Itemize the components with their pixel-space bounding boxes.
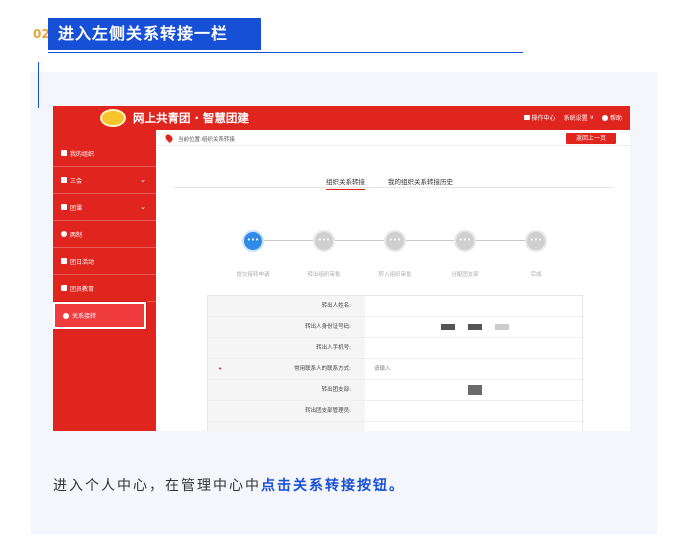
form-label: 转出人手机号: [208,338,365,358]
redacted-block [468,324,482,330]
transfer-icon [63,312,69,319]
main-content: 当前位置:组织关系转接 返回上一页 组织关系转接 我的组织关系转接历史 ••• … [156,130,630,431]
redacted-block [495,324,509,330]
tab-bar: 组织关系转接 我的组织关系转接历史 [174,174,612,190]
system-settings-menu[interactable]: 系统设置 ∨ [564,113,594,122]
instruction-highlight: 点击关系转接按钮。 [261,478,405,494]
app-screenshot: 网上共青团 · 智慧团建 操作中心 系统设置 ∨ 帮助 我的组织 三会 ⌄ 团课 ⌄ … [53,106,630,431]
form-row: 转出人身份证号码: [208,317,584,338]
location-bar: 当前位置:组织关系转接 返回上一页 [156,130,630,146]
location-pin-icon [164,133,174,143]
step-5-icon: ••• [525,230,547,252]
form-row: 转出人手机号: [208,338,584,359]
step-1-label: 提交接转申请 [236,272,270,278]
form-row [208,422,584,431]
mail-icon [523,115,530,120]
sidebar: 我的组织 三会 ⌄ 团课 ⌄ 两制 团日活动 团员教育 关系接转 [53,130,156,431]
sidebar-item-my-org[interactable]: 我的组织 [53,140,156,167]
sidebar-item-relation-transfer[interactable]: 关系接转 [53,302,146,329]
step-4-icon: ••• [454,230,476,252]
step-2-icon: ••• [313,230,335,252]
back-button[interactable]: 返回上一页 [566,133,616,144]
help-link[interactable]: 帮助 [601,113,622,122]
league-logo-icon [100,109,126,127]
left-divider [38,62,39,108]
instruction-text: 进入个人中心，在管理中心中点击关系转接按钮。 [53,478,405,494]
title-underline [48,52,523,53]
sidebar-item-education[interactable]: 团员教育 [53,275,156,302]
breadcrumb: 当前位置:组织关系转接 [178,137,235,143]
chevron-down-icon: ⌄ [140,203,146,211]
chevron-down-icon: ∨ [589,114,594,121]
brand-title: 网上共青团 · 智慧团建 [133,111,249,125]
help-icon [601,114,608,121]
redacted-block [441,324,455,330]
required-marker: • [218,365,223,373]
form-row: 转出团支部管理员: [208,401,584,422]
sidebar-item-activities[interactable]: 团日活动 [53,248,156,275]
sidebar-item-two-systems[interactable]: 两制 [53,221,156,248]
sidebar-item-meetings[interactable]: 三会 ⌄ [53,167,156,194]
step-3-label: 转入组织审批 [378,272,412,278]
form-label: 转出人姓名: [208,296,365,316]
folder-icon [61,204,67,210]
form-label: 转出团支部管理员: [208,401,365,421]
form-label: 转出团支部: [208,380,365,400]
form-label: 常用联系人的联系方式: [208,359,365,379]
chevron-down-icon: ⌄ [140,176,146,184]
transfer-form: 转出人姓名: 转出人身份证号码: 转出人手机号: 常用联系人的联系方式: • 请… [207,295,584,431]
top-bar: 网上共青团 · 智慧团建 操作中心 系统设置 ∨ 帮助 [53,106,630,130]
step-4-label: 分配团支部 [451,272,479,278]
people-icon [61,150,67,156]
form-row: 转出团支部: [208,380,584,401]
operations-center-link[interactable]: 操作中心 [523,113,556,122]
form-label: 转出人身份证号码: [208,317,365,337]
step-1-icon: ••• [242,230,264,252]
contact-input[interactable]: 请输入 [374,359,391,379]
step-2-label: 转出组织审批 [307,272,341,278]
step-title: 进入左侧关系转接一栏 [48,18,261,50]
form-row: 转出人姓名: [208,296,584,317]
home-icon [61,258,67,264]
form-row: 常用联系人的联系方式: • 请输入 [208,359,584,380]
form-label [208,422,365,431]
edit-icon [61,177,67,183]
sidebar-item-lessons[interactable]: 团课 ⌄ [53,194,156,221]
tab-org-transfer[interactable]: 组织关系转接 [326,176,365,190]
redacted-block [468,385,482,395]
clock-icon [61,231,67,237]
tab-transfer-history[interactable]: 我的组织关系转接历史 [388,176,453,186]
graduation-cap-icon [61,285,67,291]
step-5-label: 完成 [530,272,542,278]
step-3-icon: ••• [384,230,406,252]
top-menu: 操作中心 系统设置 ∨ 帮助 [523,113,622,122]
